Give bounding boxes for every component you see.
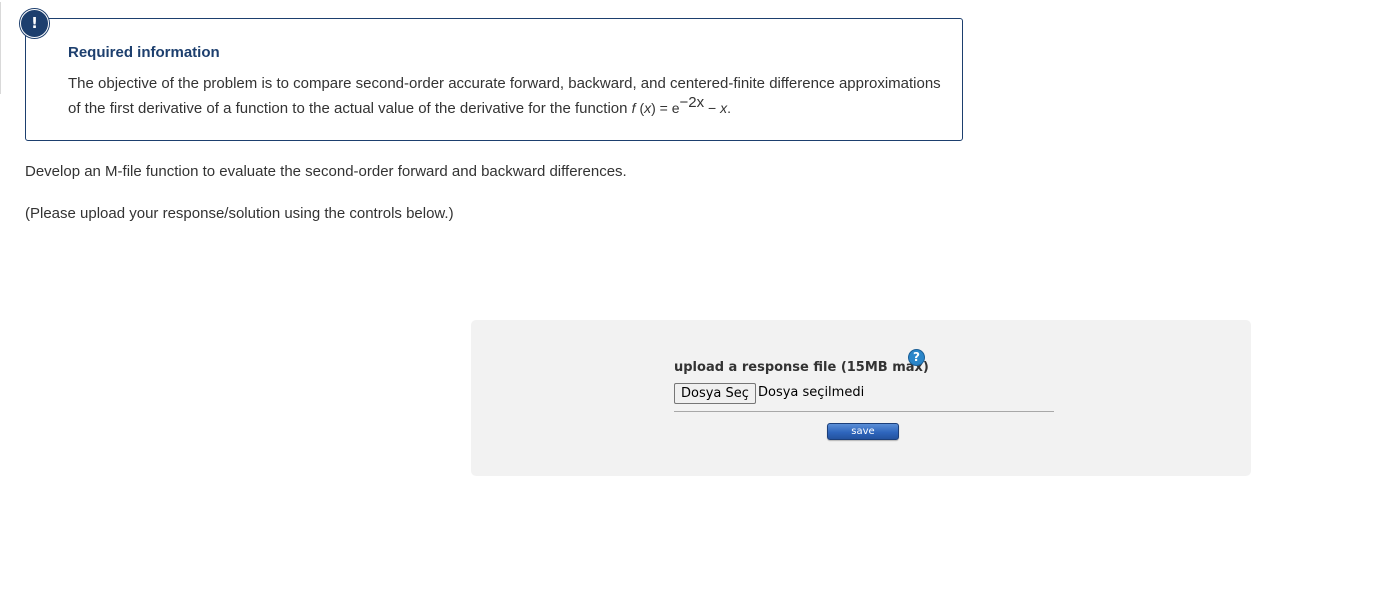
save-button[interactable]: save — [827, 423, 899, 440]
question-text: Develop an M-file function to evaluate t… — [25, 163, 627, 180]
function-end: . — [727, 100, 731, 116]
help-icon[interactable]: ? — [908, 349, 925, 366]
file-status: Dosya seçilmedi — [758, 385, 865, 400]
problem-statement: The objective of the problem is to compa… — [68, 75, 941, 117]
function-minus: − — [704, 100, 721, 116]
upload-divider — [674, 411, 1054, 412]
function-close: ) = e — [651, 100, 680, 116]
upload-panel: upload a response file (15MB max) ? Dosy… — [471, 320, 1251, 476]
choose-file-button[interactable]: Dosya Seç — [674, 383, 756, 404]
left-edge-divider — [0, 2, 1, 94]
upload-note: (Please upload your response/solution us… — [25, 205, 454, 222]
required-information-box: Required information The objective of th… — [25, 18, 963, 141]
required-information-text: The objective of the problem is to compa… — [68, 71, 948, 121]
upload-label: upload a response file (15MB max) — [674, 360, 929, 375]
function-exponent: −2x — [679, 94, 705, 111]
function-open: ( — [635, 100, 645, 116]
function-expression: f (x) = e−2x − x. — [632, 95, 731, 116]
exclamation-icon: ! — [20, 9, 49, 38]
required-information-title: Required information — [68, 44, 220, 61]
